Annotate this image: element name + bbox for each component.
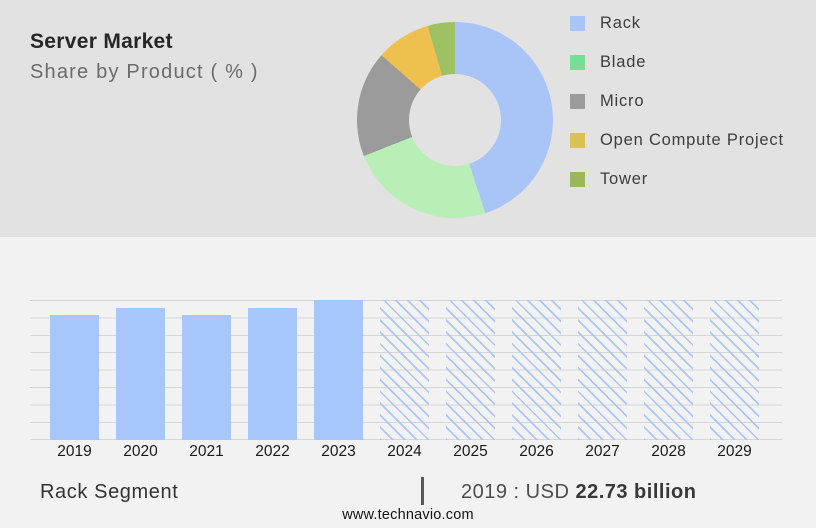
legend-item-open-compute-project: Open Compute Project bbox=[570, 125, 810, 155]
legend-label: Tower bbox=[600, 170, 648, 189]
x-tick-2025: 2025 bbox=[441, 443, 501, 461]
page-subtitle: Share by Product ( % ) bbox=[30, 61, 259, 84]
legend-item-rack: Rack bbox=[570, 8, 810, 38]
value-line: 2019 : USD 22.73 billion bbox=[461, 481, 696, 504]
x-tick-2029: 2029 bbox=[705, 443, 765, 461]
legend-item-tower: Tower bbox=[570, 164, 810, 194]
bar-chart-section: 2019 2020 2021 2022 2023 2024 2025 2026 2027 2028… bbox=[0, 237, 816, 528]
legend-label: Rack bbox=[600, 14, 641, 33]
header-section: Server Market Share by Product ( % ) Rac… bbox=[0, 0, 816, 237]
legend: Rack Blade Micro Open Compute Project Tower bbox=[570, 8, 810, 203]
bar-2027 bbox=[578, 300, 627, 440]
bar-2028 bbox=[644, 300, 693, 440]
x-tick-2023: 2023 bbox=[309, 443, 369, 461]
x-axis-labels: 2019 2020 2021 2022 2023 2024 2025 2026 2027 2028… bbox=[30, 443, 782, 465]
legend-label: Open Compute Project bbox=[600, 131, 784, 150]
value-prefix: 2019 : USD bbox=[461, 481, 575, 503]
bar-2020 bbox=[116, 308, 165, 440]
x-tick-2021: 2021 bbox=[177, 443, 237, 461]
caption-divider bbox=[421, 477, 424, 505]
legend-label: Blade bbox=[600, 53, 646, 72]
website-url: www.technavio.com bbox=[0, 507, 816, 523]
bar-2029 bbox=[710, 300, 759, 440]
donut-hole bbox=[409, 74, 501, 166]
x-tick-2022: 2022 bbox=[243, 443, 303, 461]
legend-item-blade: Blade bbox=[570, 47, 810, 77]
x-tick-2024: 2024 bbox=[375, 443, 435, 461]
x-tick-2028: 2028 bbox=[639, 443, 699, 461]
segment-caption: Rack Segment bbox=[40, 481, 178, 504]
bar-2025 bbox=[446, 300, 495, 440]
bar-2021 bbox=[182, 315, 231, 440]
x-tick-2019: 2019 bbox=[45, 443, 105, 461]
donut-chart bbox=[357, 22, 553, 218]
bar-2024 bbox=[380, 300, 429, 440]
x-tick-2026: 2026 bbox=[507, 443, 567, 461]
legend-swatch-icon bbox=[570, 55, 585, 70]
legend-swatch-icon bbox=[570, 133, 585, 148]
x-tick-2020: 2020 bbox=[111, 443, 171, 461]
bar-plot bbox=[30, 300, 782, 440]
bar-2019 bbox=[50, 315, 99, 440]
bar-2026 bbox=[512, 300, 561, 440]
legend-swatch-icon bbox=[570, 16, 585, 31]
value-bold: 22.73 billion bbox=[575, 481, 696, 503]
legend-swatch-icon bbox=[570, 172, 585, 187]
page-title: Server Market bbox=[30, 30, 173, 54]
legend-label: Micro bbox=[600, 92, 644, 111]
x-tick-2027: 2027 bbox=[573, 443, 633, 461]
bar-2023 bbox=[314, 300, 363, 440]
bar-2022 bbox=[248, 308, 297, 440]
legend-swatch-icon bbox=[570, 94, 585, 109]
legend-item-micro: Micro bbox=[570, 86, 810, 116]
infographic-page: Server Market Share by Product ( % ) Rac… bbox=[0, 0, 816, 528]
